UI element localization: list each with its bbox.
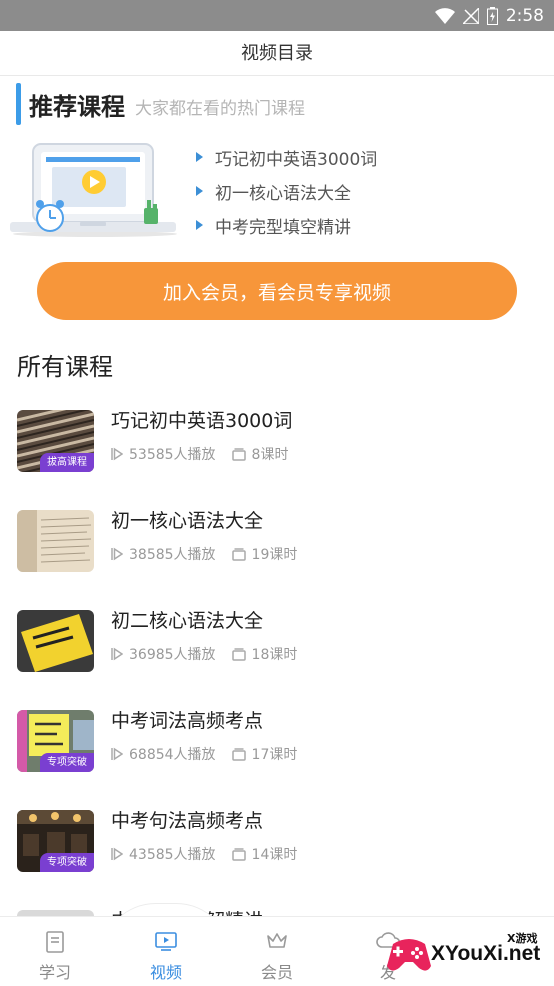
play-count: 53585人播放 (129, 447, 216, 463)
course-title: 中考句法高频考点 (111, 810, 264, 832)
lesson-count: 19课时 (251, 547, 298, 563)
wifi-icon (434, 8, 455, 24)
video-icon (155, 932, 177, 951)
play-count: 38585人播放 (129, 547, 216, 563)
play-icon (111, 847, 123, 861)
triangle-bullet-icon (196, 220, 203, 230)
status-icons: 2:58 (434, 5, 544, 27)
tab-member[interactable]: 会员 (222, 917, 332, 986)
play-icon (111, 447, 123, 461)
recommend-title: 推荐课程 (29, 92, 125, 121)
title-bar: 视频目录 (0, 31, 554, 76)
course-item[interactable]: 拔高课程 巧记初中英语3000词 53585人播放 8课时 (17, 410, 537, 474)
course-title: 巧记初中英语3000词 (111, 410, 293, 432)
tab-study[interactable]: 学习 (0, 917, 110, 986)
course-thumbnail: 专项突破 (17, 710, 94, 772)
document-icon (46, 931, 64, 953)
no-signal-icon (462, 8, 479, 24)
recommend-header: 推荐课程 大家都在看的热门课程 (16, 82, 305, 126)
battery-icon (486, 7, 498, 25)
lesson-count: 14课时 (251, 847, 298, 863)
lessons-icon (231, 447, 246, 461)
recommend-item-label: 中考完型填空精讲 (215, 217, 351, 238)
join-membership-button[interactable]: 加入会员，看会员专享视频 (37, 262, 517, 320)
section-accent-bar (16, 83, 21, 125)
status-time: 2:58 (505, 6, 544, 26)
all-courses-title: 所有课程 (17, 353, 113, 381)
course-title: 初二核心语法大全 (111, 610, 264, 632)
watermark-brand: XYouXi.net (431, 942, 541, 965)
course-title: 中考词法高频考点 (111, 710, 264, 732)
status-bar: 2:58 (0, 0, 554, 31)
course-meta: 53585人播放 8课时 (111, 444, 288, 464)
course-meta: 43585人播放 14课时 (111, 844, 297, 864)
course-thumbnail: 拔高课程 (17, 410, 94, 472)
play-count: 43585人播放 (129, 847, 216, 863)
course-meta: 38585人播放 19课时 (111, 544, 297, 564)
course-thumbnail (17, 510, 94, 572)
recommend-item-label: 巧记初中英语3000词 (215, 149, 378, 170)
recommend-subtitle: 大家都在看的热门课程 (135, 98, 305, 119)
lesson-count: 8课时 (251, 447, 289, 463)
play-icon (111, 547, 123, 561)
course-tag: 专项突破 (40, 853, 94, 872)
play-count: 36985人播放 (129, 647, 216, 663)
triangle-bullet-icon (196, 152, 203, 162)
gamepad-logo-icon (387, 939, 431, 971)
course-tag: 拔高课程 (40, 453, 94, 472)
triangle-bullet-icon (196, 186, 203, 196)
recommend-item[interactable]: 中考完型填空精讲 (196, 208, 377, 242)
course-meta: 68854人播放 17课时 (111, 744, 297, 764)
recommend-item[interactable]: 巧记初中英语3000词 (196, 140, 377, 174)
page-title: 视频目录 (241, 43, 313, 64)
lessons-icon (231, 747, 246, 761)
lesson-count: 17课时 (251, 747, 298, 763)
lessons-icon (231, 547, 246, 561)
course-item[interactable]: 初一核心语法大全 38585人播放 19课时 (17, 510, 537, 574)
play-icon (111, 647, 123, 661)
lessons-icon (231, 647, 246, 661)
course-meta: 36985人播放 18课时 (111, 644, 297, 664)
crown-icon (267, 933, 287, 948)
course-tag: 专项突破 (40, 753, 94, 772)
recommend-list: 巧记初中英语3000词 初一核心语法大全 中考完型填空精讲 (196, 140, 377, 242)
laptop-illustration (10, 143, 177, 237)
recommend-item[interactable]: 初一核心语法大全 (196, 174, 377, 208)
course-title: 初一核心语法大全 (111, 510, 264, 532)
lessons-icon (231, 847, 246, 861)
play-icon (111, 747, 123, 761)
tab-label: 会员 (260, 963, 293, 982)
course-item[interactable]: 初二核心语法大全 36985人播放 18课时 (17, 610, 537, 674)
watermark: X游戏 XYouXi.net (383, 926, 554, 982)
course-thumbnail (17, 610, 94, 672)
tab-label: 学习 (38, 963, 71, 982)
play-count: 68854人播放 (129, 747, 216, 763)
tab-label: 视频 (149, 963, 182, 982)
recommend-item-label: 初一核心语法大全 (215, 183, 351, 204)
course-item[interactable]: 专项突破 中考词法高频考点 68854人播放 17课时 (17, 710, 537, 774)
lesson-count: 18课时 (251, 647, 298, 663)
course-item[interactable]: 专项突破 中考句法高频考点 43585人播放 14课时 (17, 810, 537, 874)
course-thumbnail: 专项突破 (17, 810, 94, 872)
tab-video[interactable]: 视频 (111, 917, 221, 986)
